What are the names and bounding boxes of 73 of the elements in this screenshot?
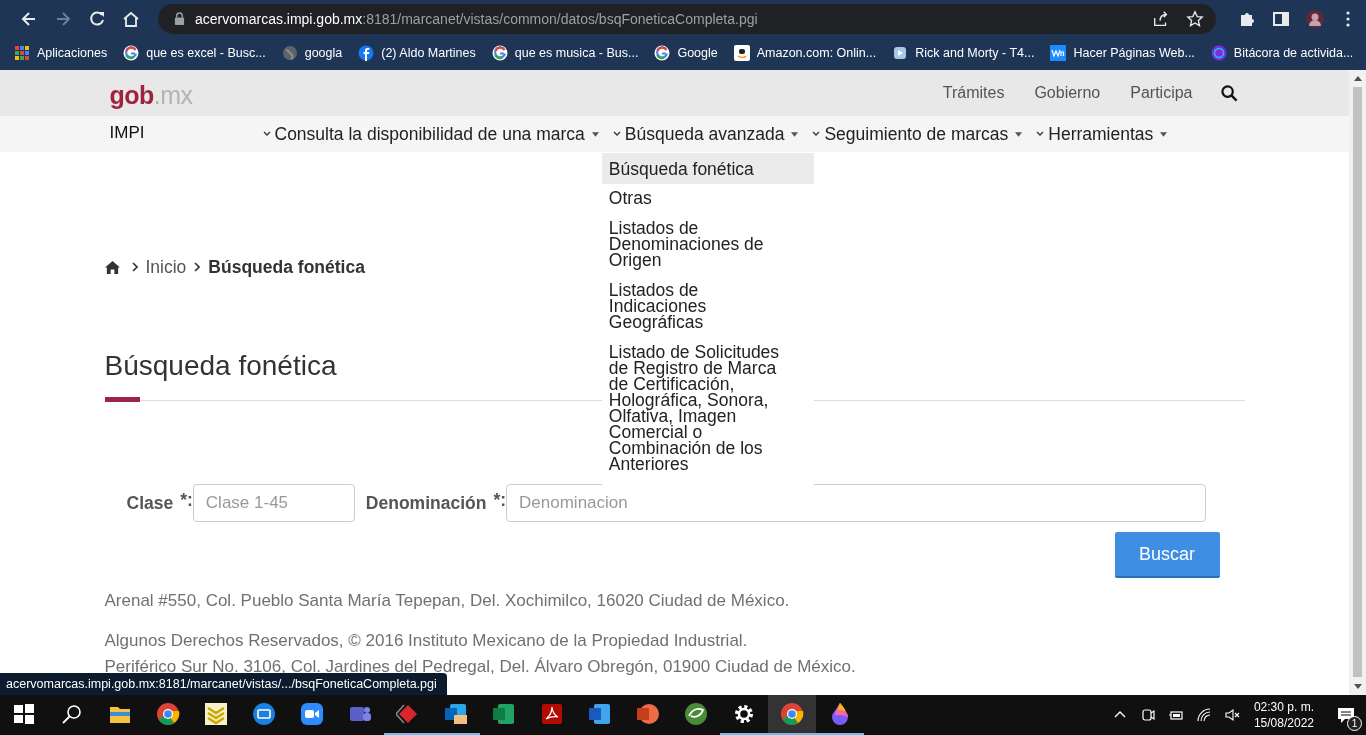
bookmark[interactable]: Google — [654, 45, 718, 61]
ring-icon — [123, 45, 140, 61]
page-title: Búsqueda fonética — [104, 349, 337, 383]
browser-icon[interactable] — [768, 695, 816, 735]
star-icon[interactable] — [1186, 9, 1204, 28]
dropdown-item[interactable]: Otras — [601, 183, 814, 214]
bookmark[interactable]: que es musica - Bus... — [491, 45, 639, 61]
bookmark[interactable]: Rick and Morty - T4... — [892, 45, 1035, 61]
ring-icon — [654, 45, 671, 61]
bookmark[interactable]: que es excel - Busc... — [123, 45, 266, 61]
top-nav-link[interactable]: Participa — [1130, 84, 1193, 102]
camera-icon[interactable] — [1139, 707, 1156, 723]
scrollbar[interactable] — [1349, 70, 1366, 695]
caret-icon — [791, 131, 799, 137]
scroll-down-icon[interactable] — [1353, 684, 1362, 689]
bookmark[interactable]: Hacer Páginas Web... — [1050, 45, 1195, 61]
top-nav-link[interactable]: Trámites — [942, 84, 1005, 102]
bookmark[interactable]: (2) Aldo Martines — [358, 45, 476, 61]
breadcrumb-current: Búsqueda fonética — [208, 256, 365, 278]
globe-icon — [281, 45, 298, 61]
home-icon[interactable] — [104, 259, 120, 275]
chevron-icon — [812, 131, 821, 137]
menu-item[interactable]: Consulta la disponibilidad de una marca — [262, 123, 599, 145]
chevron-icon — [1036, 131, 1045, 137]
status-url: acervomarcas.impi.gob.mx:8181/marcanet/vistas/.../bsqFoneticaCompleta.pgi — [0, 673, 447, 695]
web-icon — [1050, 45, 1067, 61]
menu-item[interactable]: Herramientas — [1036, 123, 1168, 145]
bookmark[interactable]: Amazon.com: Onlin... — [733, 45, 877, 61]
search-icon[interactable] — [1220, 84, 1238, 102]
wifi-icon[interactable] — [1195, 707, 1212, 723]
ring-icon — [491, 45, 508, 61]
top-nav-link[interactable]: Gobierno — [1034, 84, 1101, 102]
chevron-icon — [612, 131, 621, 137]
bookmark[interactable]: Bitácora de activida... — [1210, 45, 1354, 61]
bookmark[interactable]: googla — [281, 45, 343, 61]
menu-icon[interactable] — [1346, 10, 1350, 27]
footer-text: Algunos Derechos Reservados, © 2016 Instituto Mexicano de la Propiedad Industrial. — [104, 630, 749, 652]
menu-item[interactable]: Búsqueda avanzada — [612, 123, 799, 145]
site-name: IMPI — [109, 122, 146, 143]
apps-grid-icon — [14, 45, 30, 61]
required-mark: *: — [180, 489, 193, 511]
clock-time[interactable]: 02:30 p. m. — [1253, 699, 1314, 715]
clock-date[interactable]: 15/08/2022 — [1253, 715, 1314, 731]
breadcrumb-link[interactable]: Inicio — [145, 256, 187, 278]
dropdown-item[interactable]: Búsqueda fonética — [601, 152, 814, 184]
social-icon — [358, 45, 375, 61]
avatar[interactable] — [1305, 8, 1325, 29]
field-label: Denominación — [365, 492, 487, 514]
speaker-muted-icon[interactable] — [1223, 707, 1240, 723]
dropdown-item[interactable]: Listados de Indicaciones Geográficas — [601, 275, 814, 338]
required-mark: *: — [493, 489, 507, 511]
page-icon — [892, 45, 909, 61]
chevron-icon — [262, 131, 271, 137]
share-icon[interactable] — [1152, 9, 1170, 28]
chevron-right-icon — [131, 262, 138, 272]
bookmark[interactable]: Aplicaciones — [14, 45, 108, 61]
lock-icon — [174, 12, 185, 25]
dropdown-item[interactable]: Listados de Denominaciones de Origen — [601, 213, 814, 276]
dropdown-item[interactable]: Listado de Solicitudes de Registro de Marca de Certificación, Holográfica, Sonora, Olfativa, Imagen Comercial o Combinación de los Anteriores — [601, 337, 814, 480]
shop-icon — [733, 45, 750, 61]
field-label: Clase — [126, 492, 174, 514]
caret-icon — [591, 131, 599, 137]
notification-count: 1 — [1347, 716, 1362, 731]
scroll-up-icon[interactable] — [1353, 76, 1362, 81]
circle-logo-icon — [1210, 45, 1227, 61]
input-field[interactable]: Clase 1-45 — [192, 484, 355, 522]
caret-icon — [1160, 131, 1168, 137]
address-bar[interactable]: acervomarcas.impi.gob.mx:8181/marcanet/vistas/common/datos/bsqFoneticaCompleta.pgi — [158, 3, 1216, 34]
chevron-right-icon — [194, 262, 201, 272]
caret-icon — [1015, 131, 1023, 137]
input-field[interactable]: Denominacion — [506, 484, 1207, 522]
menu-item[interactable]: Seguimiento de marcas — [812, 123, 1023, 145]
footer-text: Arenal #550, Col. Pueblo Santa María Tepepan, Del. Xochimilco, 16020 Ciudad de México. — [104, 590, 791, 612]
